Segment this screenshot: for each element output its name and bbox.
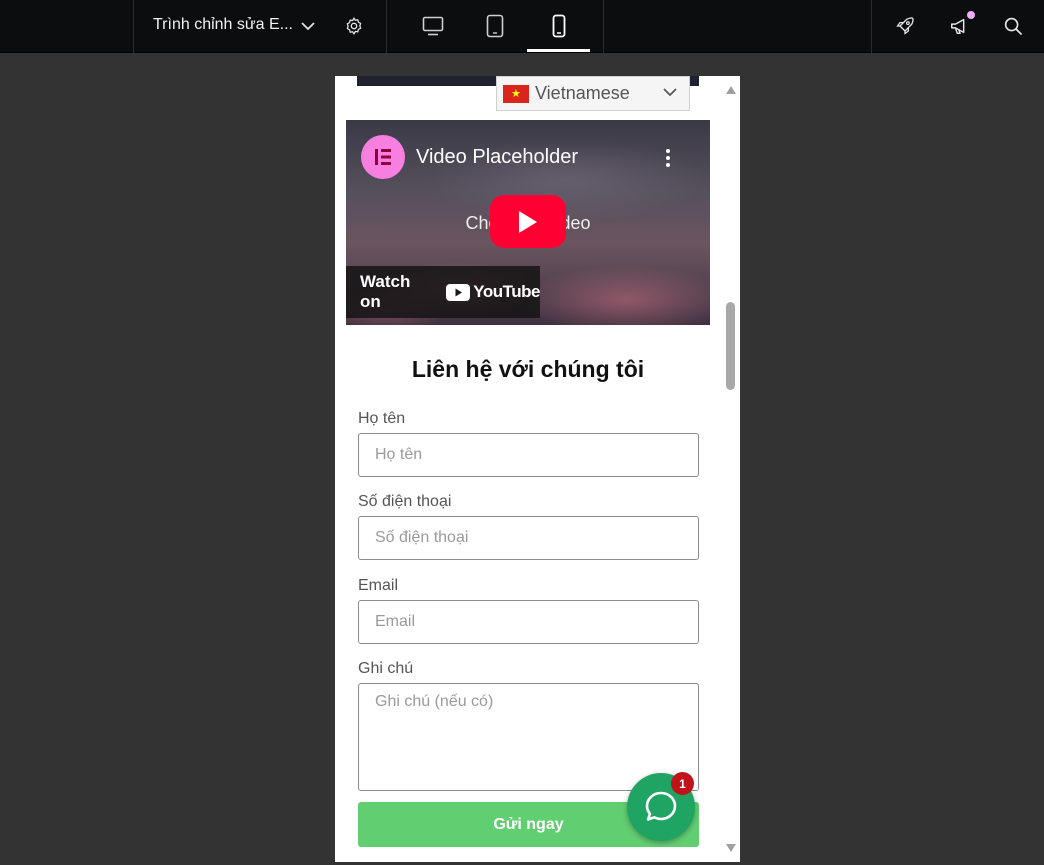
chevron-down-icon[interactable] [299, 17, 317, 35]
divider [603, 0, 604, 53]
more-options-icon[interactable] [664, 148, 672, 168]
video-embed[interactable]: Video Placeholder Choose a video Watch o… [346, 120, 710, 325]
scroll-up-arrow-icon[interactable] [725, 85, 737, 95]
email-input[interactable]: Email [358, 600, 699, 644]
divider [133, 0, 134, 53]
video-title: Video Placeholder [416, 146, 578, 168]
language-label: Vietnamese [535, 83, 630, 103]
vietnam-flag-icon: ★ [503, 84, 529, 103]
divider [871, 0, 872, 53]
chevron-down-icon [663, 88, 677, 97]
play-button[interactable] [490, 195, 566, 248]
tablet-icon[interactable] [484, 13, 506, 39]
search-icon[interactable] [1002, 15, 1024, 37]
watch-on-label: Watch on [360, 272, 411, 311]
name-input[interactable]: Họ tên [358, 433, 699, 477]
divider [386, 0, 387, 53]
youtube-wordmark: YouTube [473, 282, 540, 301]
phone-label: Số điện thoại [358, 493, 452, 510]
language-switcher[interactable]: ★ Vietnamese [496, 76, 690, 111]
name-label: Họ tên [358, 410, 406, 427]
contact-form-title: Liên hệ với chúng tôi [411, 356, 645, 382]
active-device-indicator [527, 49, 590, 52]
email-label: Email [358, 577, 399, 594]
rocket-icon[interactable] [893, 14, 917, 38]
elementor-logo-icon [361, 135, 405, 179]
notification-dot [967, 11, 975, 19]
chat-notification-badge: 1 [671, 772, 694, 795]
gear-icon[interactable] [343, 15, 365, 37]
scroll-down-arrow-icon[interactable] [725, 843, 737, 853]
youtube-logo-icon: YouTube [446, 282, 540, 302]
mobile-preview-frame: ★ Vietnamese Video Placeholder Choose a … [335, 76, 740, 862]
note-label: Ghi chú [358, 660, 414, 677]
watch-on-youtube-link[interactable]: Watch on YouTube [346, 266, 540, 318]
editor-top-bar: Trình chỉnh sửa E... [0, 0, 1044, 53]
desktop-icon[interactable] [420, 14, 446, 38]
scrollbar-thumb[interactable] [726, 302, 735, 390]
editor-title[interactable]: Trình chỉnh sửa E... [153, 16, 293, 34]
mobile-icon[interactable] [549, 13, 569, 39]
play-icon [519, 210, 537, 233]
chat-bubble-icon [645, 791, 677, 821]
phone-input[interactable]: Số điện thoại [358, 516, 699, 560]
